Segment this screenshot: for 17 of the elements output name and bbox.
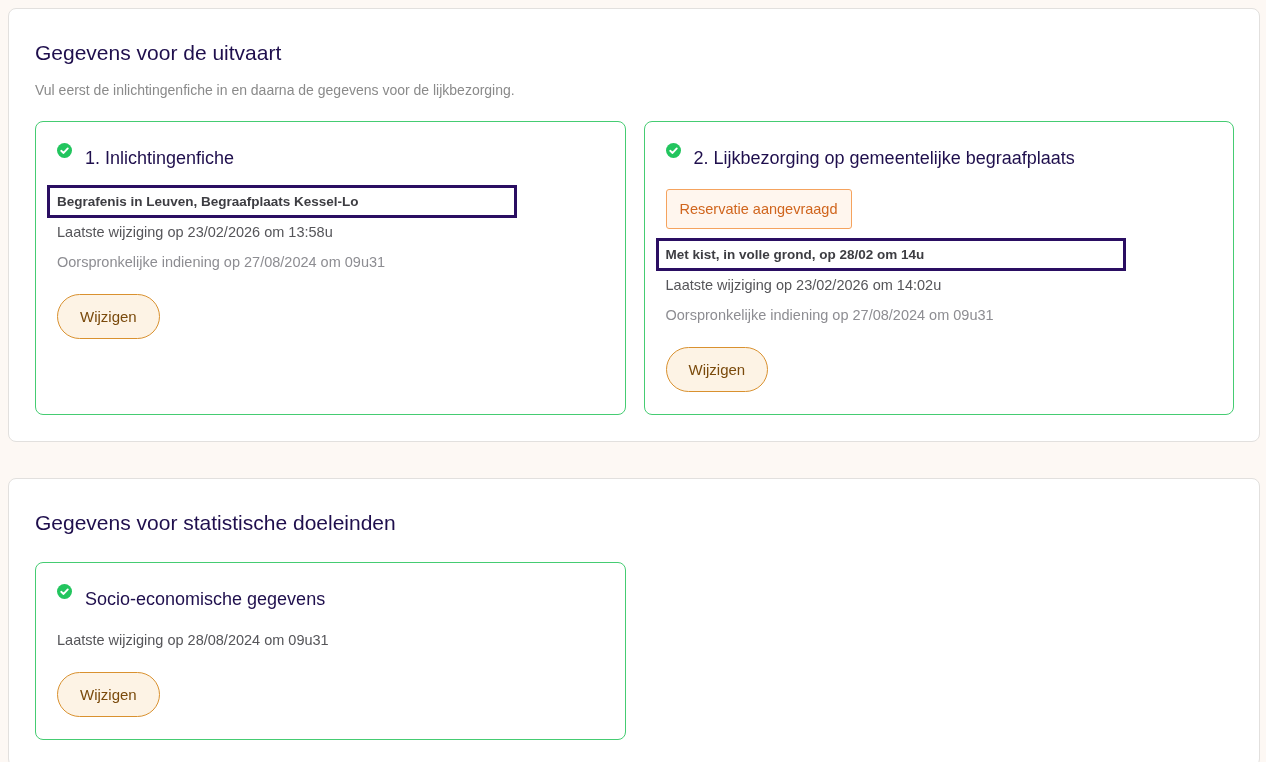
summary-text: Begrafenis in Leuven, Begraafplaats Kessel-Lo bbox=[47, 185, 517, 218]
card-title: 1. Inlichtingenfiche bbox=[85, 147, 235, 169]
section-description: Vul eerst de inlichtingenfiche in en daarna de gegevens voor de lijkbezorging. bbox=[35, 81, 516, 100]
modified-date-text: Laatste wijziging op 23/02/2026 om 13:58u bbox=[57, 223, 333, 242]
card-title: Socio-economische gegevens bbox=[85, 588, 326, 610]
modified-date-text: Laatste wijziging op 28/08/2024 om 09u31 bbox=[57, 631, 329, 650]
modified-date-text: Laatste wijziging op 23/02/2026 om 14:02u bbox=[665, 276, 942, 295]
edit-button[interactable]: Wijzigen bbox=[665, 347, 769, 392]
summary-text: Met kist, in volle grond, op 28/02 om 14u bbox=[655, 238, 1126, 271]
edit-button[interactable]: Wijzigen bbox=[57, 294, 160, 339]
status-badge: Reservatie aangevraagd bbox=[665, 189, 852, 229]
edit-button[interactable]: Wijzigen bbox=[57, 672, 160, 717]
submission-date-text: Oorspronkelijke indiening op 27/08/2024 om 09u31 bbox=[665, 306, 994, 325]
card-title: 2. Lijkbezorging op gemeentelijke begraafplaats bbox=[693, 147, 1075, 169]
section-heading: Gegevens voor de uitvaart bbox=[35, 40, 283, 66]
submission-date-text: Oorspronkelijke indiening op 27/08/2024 om 09u31 bbox=[57, 253, 386, 272]
section-heading: Gegevens voor statistische doeleinden bbox=[35, 510, 397, 536]
